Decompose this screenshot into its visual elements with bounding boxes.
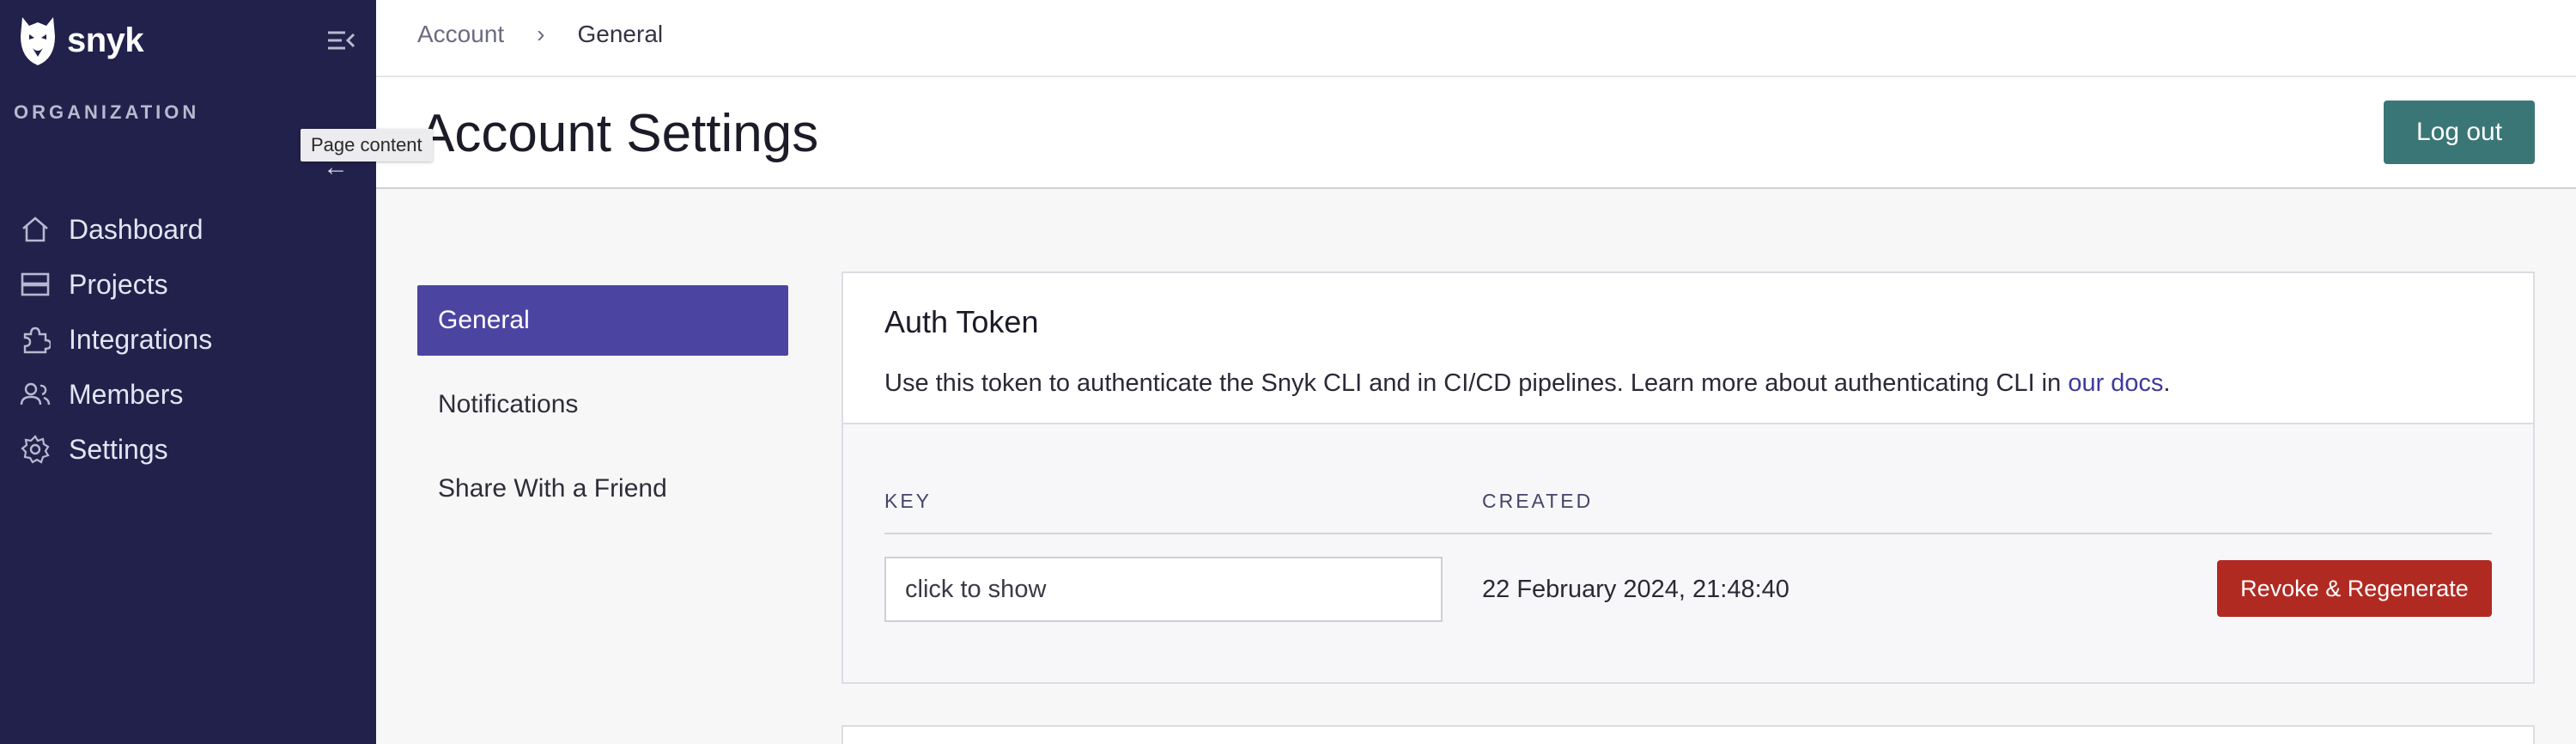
sidebar-nav: Dashboard Projects Integrations Members … (19, 202, 212, 477)
sidebar-item-label: Dashboard (69, 213, 204, 245)
column-header-key: KEY (884, 490, 933, 512)
page-title: Account Settings (419, 104, 819, 163)
next-card (841, 725, 2535, 744)
subnav-notifications[interactable]: Notifications (417, 369, 788, 440)
breadcrumb: Account › General (417, 21, 663, 48)
organization-label[interactable]: ORGANIZATION (14, 101, 199, 124)
puzzle-icon (19, 323, 52, 356)
tooltip: Page content (301, 129, 433, 162)
subnav-general[interactable]: General (417, 285, 788, 356)
top-bar: Account › General (376, 0, 2576, 77)
snyk-dog-icon (21, 17, 55, 65)
sidebar-item-label: Integrations (69, 323, 213, 355)
docs-link[interactable]: our docs (2068, 369, 2163, 397)
projects-icon (19, 268, 52, 301)
sidebar-item-label: Projects (69, 268, 168, 300)
gear-icon (19, 433, 52, 466)
subnav-share-with-a-friend[interactable]: Share With a Friend (417, 454, 788, 524)
title-bar: Account Settings (376, 77, 2576, 189)
collapse-sidebar-button[interactable] (326, 27, 355, 53)
brand-name: snyk (67, 21, 144, 59)
logout-button[interactable]: Log out (2384, 101, 2535, 164)
sidebar: snyk ORGANIZATION ← Page content Dashboa… (0, 0, 433, 744)
description-end: . (2163, 369, 2171, 397)
sidebar-item-label: Settings (69, 433, 168, 465)
members-icon (19, 378, 52, 411)
sidebar-item-label: Members (69, 378, 184, 410)
snyk-logo[interactable]: snyk (17, 14, 144, 67)
revoke-regenerate-button[interactable]: Revoke & Regenerate (2217, 560, 2492, 617)
sidebar-item-settings[interactable]: Settings (19, 422, 212, 477)
token-created-date: 22 February 2024, 21:48:40 (1482, 576, 1789, 603)
card-title: Auth Token (884, 304, 1039, 339)
sidebar-item-dashboard[interactable]: Dashboard (19, 202, 212, 257)
sidebar-item-projects[interactable]: Projects (19, 257, 212, 312)
sidebar-item-members[interactable]: Members (19, 367, 212, 422)
settings-subnav: General Notifications Share With a Frien… (417, 285, 788, 538)
card-header: Auth Token Use this token to authenticat… (843, 273, 2533, 424)
token-key-field[interactable] (884, 557, 1443, 622)
chevron-right-icon: › (537, 21, 545, 47)
breadcrumb-account-link[interactable]: Account (417, 21, 504, 48)
collapse-menu-icon (328, 31, 355, 50)
description-text: Use this token to authenticate the Snyk … (884, 369, 2069, 397)
auth-token-card: Auth Token Use this token to authenticat… (841, 271, 2535, 684)
token-table: KEY CREATED 22 February 2024, 21:48:40 R… (843, 424, 2533, 682)
breadcrumb-current: General (577, 21, 664, 47)
sidebar-item-integrations[interactable]: Integrations (19, 312, 212, 367)
column-header-created: CREATED (1482, 490, 1594, 512)
card-description: Use this token to authenticate the Snyk … (884, 369, 2171, 398)
divider (884, 533, 2492, 534)
home-icon (19, 213, 52, 246)
